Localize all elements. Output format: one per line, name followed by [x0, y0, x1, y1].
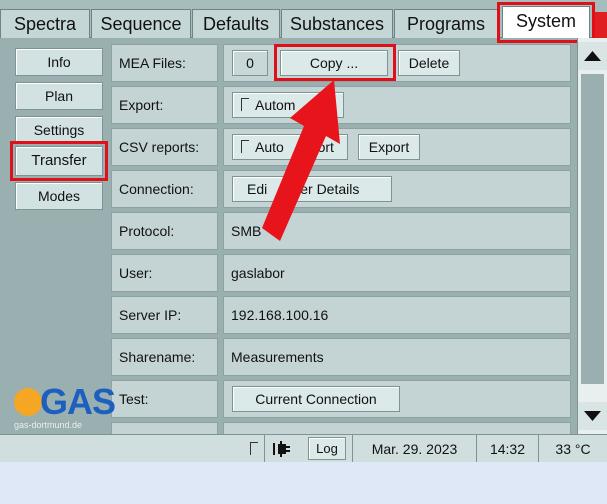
sharename-value: Measurements	[223, 338, 571, 376]
tab-system[interactable]: System	[502, 6, 590, 38]
sidebar-item-settings[interactable]: Settings	[15, 116, 103, 144]
tab-spectra[interactable]: Spectra	[0, 9, 90, 38]
sidebar-item-transfer[interactable]: Transfer	[15, 146, 103, 176]
sharename-label: Sharename:	[111, 338, 218, 376]
scrollbar-thumb[interactable]	[581, 74, 604, 384]
logo-dot	[14, 388, 42, 416]
export-label: Export:	[111, 86, 218, 124]
plug-icon	[264, 435, 300, 462]
status-date: Mar. 29. 2023	[352, 435, 476, 462]
csv-auto-checkbox[interactable]	[241, 140, 249, 153]
logo-text: GAS	[40, 381, 116, 422]
tab-sequence[interactable]: Sequence	[91, 9, 191, 38]
gas-logo: GAS gas-dortmund.de	[14, 381, 116, 433]
tab-overflow-stub	[595, 12, 607, 38]
protocol-label: Protocol:	[111, 212, 218, 250]
tab-defaults[interactable]: Defaults	[192, 9, 280, 38]
arrow-up-icon	[584, 51, 601, 61]
tab-substances[interactable]: Substances	[281, 9, 393, 38]
tab-programs[interactable]: Programs	[394, 9, 498, 38]
arrow-down-icon	[584, 411, 601, 421]
test-row: Current Connection	[223, 380, 571, 418]
vertical-scrollbar[interactable]	[577, 38, 607, 434]
user-value: gaslabor	[223, 254, 571, 292]
status-bar: Log Mar. 29. 2023 14:32 33 °C	[0, 434, 607, 462]
status-log-cell: Log	[306, 435, 348, 462]
red-arrow-annotation	[262, 80, 340, 241]
scroll-down-button[interactable]	[578, 402, 607, 430]
status-checkbox-mark	[250, 442, 258, 455]
server-ip-value: 192.168.100.16	[223, 296, 571, 334]
current-connection-button[interactable]: Current Connection	[232, 386, 400, 412]
export-auto-checkbox[interactable]	[241, 98, 249, 111]
delete-button[interactable]: Delete	[398, 50, 460, 76]
sidebar-item-modes[interactable]: Modes	[15, 182, 103, 210]
mea-files-row: 0 Copy ... Delete	[223, 44, 571, 82]
connection-label: Connection:	[111, 170, 218, 208]
server-ip-label: Server IP:	[111, 296, 218, 334]
log-button[interactable]: Log	[308, 437, 346, 460]
mea-file-count: 0	[232, 50, 268, 76]
app-window: Spectra Sequence Defaults Substances Pro…	[0, 0, 607, 462]
csv-export-button[interactable]: Export	[358, 134, 420, 160]
status-temperature: 33 °C	[538, 435, 607, 462]
sidebar-item-info[interactable]: Info	[15, 48, 103, 76]
tab-bar: Spectra Sequence Defaults Substances Pro…	[0, 0, 607, 38]
power-plug-icon	[272, 441, 290, 457]
user-label: User:	[111, 254, 218, 292]
sidebar-item-plan[interactable]: Plan	[15, 82, 103, 110]
test-label: Test:	[111, 380, 218, 418]
logo-subtitle: gas-dortmund.de	[14, 420, 83, 430]
mea-files-label: MEA Files:	[111, 44, 218, 82]
csv-reports-label: CSV reports:	[111, 128, 218, 166]
status-time: 14:32	[476, 435, 538, 462]
scroll-up-button[interactable]	[578, 42, 607, 70]
copy-button[interactable]: Copy ...	[280, 50, 388, 76]
status-checkbox[interactable]	[246, 435, 262, 462]
